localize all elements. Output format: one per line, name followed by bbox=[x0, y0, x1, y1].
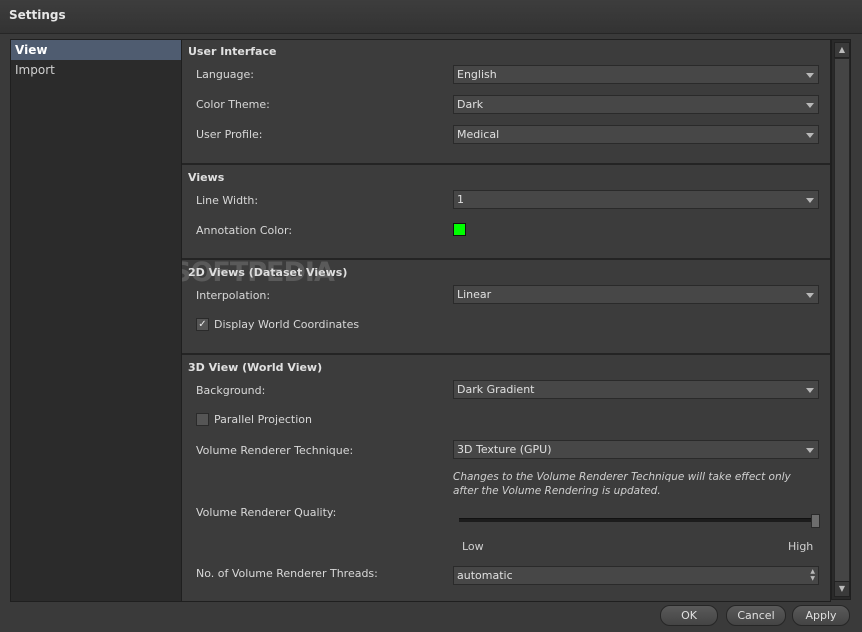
language-label: Language: bbox=[196, 68, 254, 81]
background-value: Dark Gradient bbox=[457, 383, 535, 396]
technique-value: 3D Texture (GPU) bbox=[457, 443, 552, 456]
user-profile-value: Medical bbox=[457, 128, 500, 141]
quality-slider-handle[interactable] bbox=[811, 514, 820, 528]
chevron-down-icon bbox=[806, 73, 814, 78]
technique-note: Changes to the Volume Renderer Technique… bbox=[453, 471, 791, 497]
line-width-value: 1 bbox=[457, 193, 464, 206]
parallel-projection-option[interactable]: Parallel Projection bbox=[196, 412, 312, 427]
chevron-down-icon bbox=[806, 133, 814, 138]
ok-button[interactable]: OK bbox=[660, 605, 718, 626]
threads-label: No. of Volume Renderer Threads: bbox=[196, 567, 378, 580]
parallel-projection-checkbox[interactable] bbox=[196, 412, 209, 426]
color-theme-label: Color Theme: bbox=[196, 98, 270, 111]
annotation-color-label: Annotation Color: bbox=[196, 224, 293, 237]
quality-low-label: Low bbox=[462, 540, 484, 553]
user-profile-dropdown[interactable]: Medical bbox=[453, 125, 819, 144]
line-width-label: Line Width: bbox=[196, 194, 259, 207]
line-width-dropdown[interactable]: 1 bbox=[453, 190, 819, 209]
scroll-up-icon[interactable]: ▲ bbox=[834, 42, 850, 58]
language-dropdown[interactable]: English bbox=[453, 65, 819, 84]
threads-value: automatic bbox=[457, 569, 513, 582]
interpolation-label: Interpolation: bbox=[196, 289, 271, 302]
quality-label: Volume Renderer Quality: bbox=[196, 506, 337, 519]
threads-spinbox[interactable]: automatic ▲ ▼ bbox=[453, 566, 819, 585]
color-theme-dropdown[interactable]: Dark bbox=[453, 95, 819, 114]
title-bar: Settings bbox=[0, 0, 862, 34]
watermark: SOFTPEDIA bbox=[181, 257, 335, 288]
sidebar-item-view[interactable]: View bbox=[11, 40, 181, 60]
quality-slider[interactable] bbox=[459, 514, 820, 528]
interpolation-value: Linear bbox=[457, 288, 492, 301]
technique-label: Volume Renderer Technique: bbox=[196, 444, 354, 457]
chevron-down-icon bbox=[806, 293, 814, 298]
chevron-down-icon bbox=[806, 388, 814, 393]
display-world-coordinates-checkbox[interactable]: ✓ bbox=[196, 317, 209, 331]
background-label: Background: bbox=[196, 384, 266, 397]
chevron-down-icon bbox=[806, 103, 814, 108]
background-dropdown[interactable]: Dark Gradient bbox=[453, 380, 819, 399]
annotation-color-swatch[interactable] bbox=[453, 223, 466, 236]
section-title: User Interface bbox=[188, 45, 277, 58]
settings-category-list: View Import bbox=[10, 39, 182, 602]
display-world-coordinates-label: Display World Coordinates bbox=[214, 318, 360, 331]
user-profile-label: User Profile: bbox=[196, 128, 263, 141]
vertical-scrollbar[interactable]: ▲ ▼ bbox=[831, 39, 851, 600]
quality-high-label: High bbox=[788, 540, 814, 553]
color-theme-value: Dark bbox=[457, 98, 484, 111]
section-title: Views bbox=[188, 171, 225, 184]
chevron-down-icon bbox=[806, 448, 814, 453]
sidebar-item-import[interactable]: Import bbox=[11, 60, 181, 80]
technique-dropdown[interactable]: 3D Texture (GPU) bbox=[453, 440, 819, 459]
display-world-coordinates-option[interactable]: ✓ Display World Coordinates bbox=[196, 317, 360, 332]
window-title: Settings bbox=[9, 8, 66, 22]
cancel-button[interactable]: Cancel bbox=[726, 605, 786, 626]
language-value: English bbox=[457, 68, 497, 81]
spin-arrows-icon[interactable]: ▲ ▼ bbox=[810, 568, 815, 582]
scroll-down-icon[interactable]: ▼ bbox=[834, 581, 850, 597]
parallel-projection-label: Parallel Projection bbox=[214, 413, 312, 426]
apply-button[interactable]: Apply bbox=[792, 605, 850, 626]
interpolation-dropdown[interactable]: Linear bbox=[453, 285, 819, 304]
section-title: 3D View (World View) bbox=[188, 361, 323, 374]
settings-panel: User Interface Language: English Color T… bbox=[181, 39, 831, 602]
scrollbar-thumb[interactable] bbox=[834, 58, 850, 582]
chevron-down-icon bbox=[806, 198, 814, 203]
section-views: Views Line Width: 1 Annotation Color: bbox=[182, 165, 830, 260]
section-user-interface: User Interface Language: English Color T… bbox=[182, 40, 830, 165]
section-3d-view: 3D View (World View) Background: Dark Gr… bbox=[182, 355, 830, 601]
